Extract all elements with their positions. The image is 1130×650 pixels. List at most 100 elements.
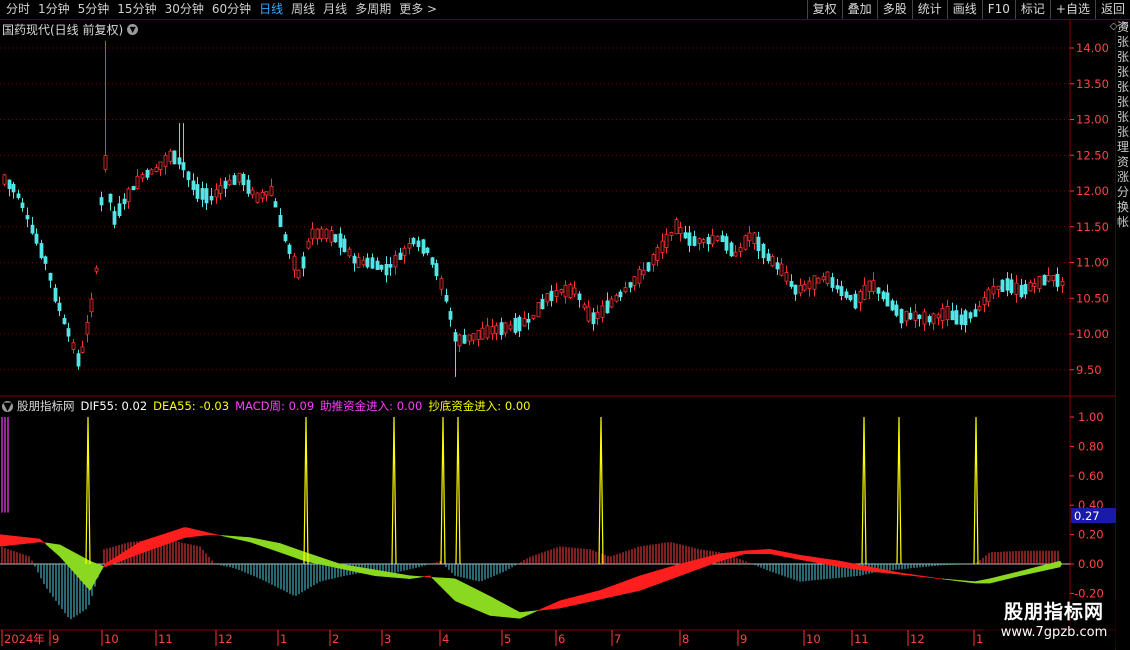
dif-dea-band	[721, 552, 725, 561]
indicator-tick-label: -0.20	[1074, 586, 1104, 600]
dif-dea-band	[473, 587, 477, 610]
dif-dea-band	[879, 568, 883, 573]
dif-dea-band	[759, 549, 763, 554]
candle-body	[62, 318, 67, 325]
candle-body	[743, 235, 748, 250]
candle-body	[250, 189, 255, 196]
dif-dea-band	[817, 557, 821, 564]
candle-body	[324, 228, 329, 239]
dif-dea-band	[443, 577, 447, 593]
dif-dea-band	[353, 566, 357, 573]
dif-dea-band	[157, 535, 161, 548]
candle-body	[563, 284, 568, 298]
dif-dea-band	[189, 528, 193, 538]
dif-dea-band	[973, 581, 977, 584]
dif-dea-band	[275, 542, 279, 552]
dif-dea-band	[347, 565, 351, 571]
candle-body	[945, 306, 950, 320]
dif-dea-band	[249, 537, 253, 543]
dif-dea-band	[319, 556, 323, 565]
dif-dea-band	[243, 536, 247, 542]
dif-dea-band	[171, 530, 175, 543]
price-tick-label: 10.00	[1076, 327, 1109, 341]
dif-dea-band	[751, 549, 755, 554]
dif-dea-band	[603, 587, 607, 599]
dif-dea-band	[1039, 565, 1043, 572]
dif-dea-band	[137, 541, 141, 555]
dif-dea-band	[833, 559, 837, 567]
dif-dea-band	[119, 552, 123, 562]
candle-body	[108, 193, 113, 203]
candle-body	[356, 257, 361, 268]
dif-dea-band	[433, 577, 437, 583]
dif-dea-band	[369, 568, 373, 576]
dif-dea-band	[579, 594, 583, 605]
candle-body	[11, 183, 16, 193]
candle-body	[1046, 275, 1051, 282]
dif-dea-band	[699, 558, 703, 569]
dif-label: DIF55: 0.02	[80, 399, 148, 413]
candle-body	[825, 271, 830, 284]
dif-dea-band	[505, 604, 509, 618]
dif-dea-band	[707, 555, 711, 566]
dif-dea-band	[1049, 562, 1053, 570]
candle-body	[48, 272, 53, 281]
dif-dea-band	[925, 576, 929, 578]
dif-dea-band	[411, 575, 415, 579]
dif-dea-band	[813, 556, 817, 563]
candle-body	[94, 267, 99, 272]
candle-body	[444, 294, 449, 302]
dif-dea-band	[125, 549, 129, 560]
dif-dea-band	[321, 557, 325, 566]
dif-dea-band	[683, 562, 687, 575]
dif-dea-band	[667, 566, 671, 581]
candle-body	[89, 298, 94, 313]
dif-dea-band	[949, 579, 953, 581]
chaodi-signal	[973, 416, 979, 565]
dif-dea-band	[921, 575, 925, 578]
dif-dea-band	[605, 587, 609, 599]
chaodi-label: 抄底资金进入: 0.00	[428, 399, 531, 413]
candle-body	[637, 269, 642, 284]
candle-body	[853, 293, 858, 309]
dif-dea-band	[25, 537, 29, 544]
candle-body	[402, 247, 407, 256]
candle-body	[260, 192, 265, 199]
dif-dea-band	[585, 593, 589, 603]
dif-dea-band	[549, 603, 553, 610]
dif-dea-band	[385, 571, 389, 578]
dif-dea-band	[245, 536, 249, 542]
candle-body	[145, 169, 150, 178]
dif-dea-band	[355, 566, 359, 573]
dif-dea-band	[529, 610, 533, 615]
dif-dea-band	[295, 548, 299, 559]
candle-body	[448, 311, 453, 320]
dif-dea-band	[755, 549, 759, 554]
candle-body	[1037, 276, 1042, 289]
chevron-down-icon[interactable]: ▼	[2, 400, 13, 412]
dif-dea-band	[377, 570, 381, 577]
candle-body	[269, 186, 274, 196]
dif-dea-band	[101, 564, 105, 571]
candle-body	[890, 300, 895, 311]
chart-canvas[interactable]: 14.0013.5013.0012.5012.0011.5011.0010.50…	[0, 0, 1116, 650]
zhutui-label: 助推资金进入: 0.00	[320, 399, 423, 413]
dif-dea-band	[577, 595, 581, 605]
candle-body	[76, 353, 81, 367]
candle-body	[600, 305, 605, 318]
dif-dea-band	[745, 550, 749, 554]
dif-dea-band	[161, 533, 165, 547]
candle-body	[669, 232, 674, 236]
candle-body	[922, 311, 927, 325]
candle-body	[57, 302, 62, 311]
candle-body	[43, 256, 48, 264]
candle-body	[476, 330, 481, 341]
dif-dea-band	[67, 548, 71, 569]
candle-body	[913, 311, 918, 321]
candle-body	[25, 215, 30, 220]
dif-dea-band	[917, 575, 921, 577]
dif-dea-band	[1001, 574, 1005, 581]
dif-dea-band	[403, 574, 407, 579]
dif-dea-band	[205, 531, 209, 536]
dif-dea-band	[233, 536, 237, 540]
